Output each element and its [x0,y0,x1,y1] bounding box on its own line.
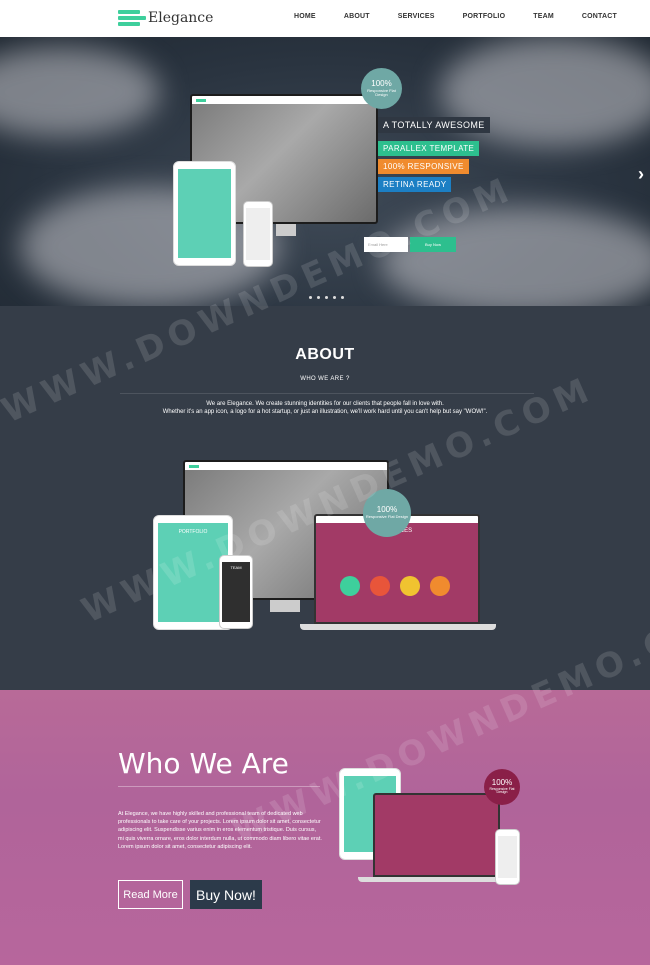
divider [120,393,534,394]
about-text-line1: We are Elegance. We create stunning iden… [206,401,444,407]
nav-team[interactable]: TEAM [533,13,554,20]
who-paragraph: At Elegance, we have highly skilled and … [118,811,322,850]
service-icon [400,576,420,596]
about-title: ABOUT [295,346,355,363]
read-more-button[interactable]: Read More [118,880,183,909]
phone-mockup [243,201,273,267]
nav-about[interactable]: ABOUT [344,13,370,20]
hero-slider: 100% Responsive Flat Design A TOTALLY AWE… [0,37,650,306]
tablet-mockup [173,161,236,266]
nav-services[interactable]: SERVICES [398,13,435,20]
phone-mockup [495,829,520,885]
logo[interactable]: Elegance [118,8,213,28]
about-section: ABOUT WHO WE ARE ? We are Elegance. We c… [0,306,650,690]
monitor-stand [276,224,296,236]
slider-dots [309,296,349,299]
monitor-stand [270,600,300,612]
tagline-retina: RETINA READY [378,177,452,192]
tagline-parallax: PARALLEX TEMPLATE [378,141,480,156]
cloud-decoration [0,47,160,137]
nav-portfolio[interactable]: PORTFOLIO [463,13,506,20]
slide-dot[interactable] [325,296,328,299]
phone-mockup: TEAM [219,555,253,629]
logo-text: Elegance [148,10,214,26]
laptop-base [358,877,513,882]
about-subtitle: WHO WE ARE ? [300,376,350,382]
about-text-line2: Whether it's an app icon, a logo for a h… [162,409,488,415]
nav-contact[interactable]: CONTACT [582,13,617,20]
slide-dot[interactable] [317,296,320,299]
divider [118,786,320,787]
laptop-base [300,624,496,630]
slide-dot[interactable] [309,296,312,299]
email-input[interactable]: Email Here [364,237,408,252]
buy-now-button[interactable]: Buy Now! [190,880,262,909]
slide-dot[interactable] [341,296,344,299]
tagline-main: A TOTALLY AWESOME [378,117,490,133]
tagline-responsive: 100% RESPONSIVE [378,159,469,174]
service-icon [340,576,360,596]
responsive-badge: 100% Responsive Flat Design [361,68,402,109]
top-navbar: Elegance HOME ABOUT SERVICES PORTFOLIO T… [0,0,650,37]
team-label: TEAM [230,565,242,570]
cloud-decoration [380,207,650,306]
service-icon [370,576,390,596]
hero-buy-button[interactable]: Buy Now [410,237,456,252]
laptop-mockup [373,793,500,877]
portfolio-label: PORTFOLIO [178,529,208,535]
slide-dot[interactable] [333,296,336,299]
responsive-badge: 100% Responsive Flat Design [363,489,411,537]
next-slide-arrow[interactable]: › [638,164,644,185]
who-title: Who We Are [118,747,289,780]
service-icon [430,576,450,596]
main-menu: HOME ABOUT SERVICES PORTFOLIO TEAM CONTA… [294,13,645,20]
responsive-badge: 100% Responsive Flat Design [484,769,520,805]
logo-icon [118,10,146,26]
nav-home[interactable]: HOME [294,13,316,20]
who-we-are-section: Who We Are At Elegance, we have highly s… [0,690,650,965]
